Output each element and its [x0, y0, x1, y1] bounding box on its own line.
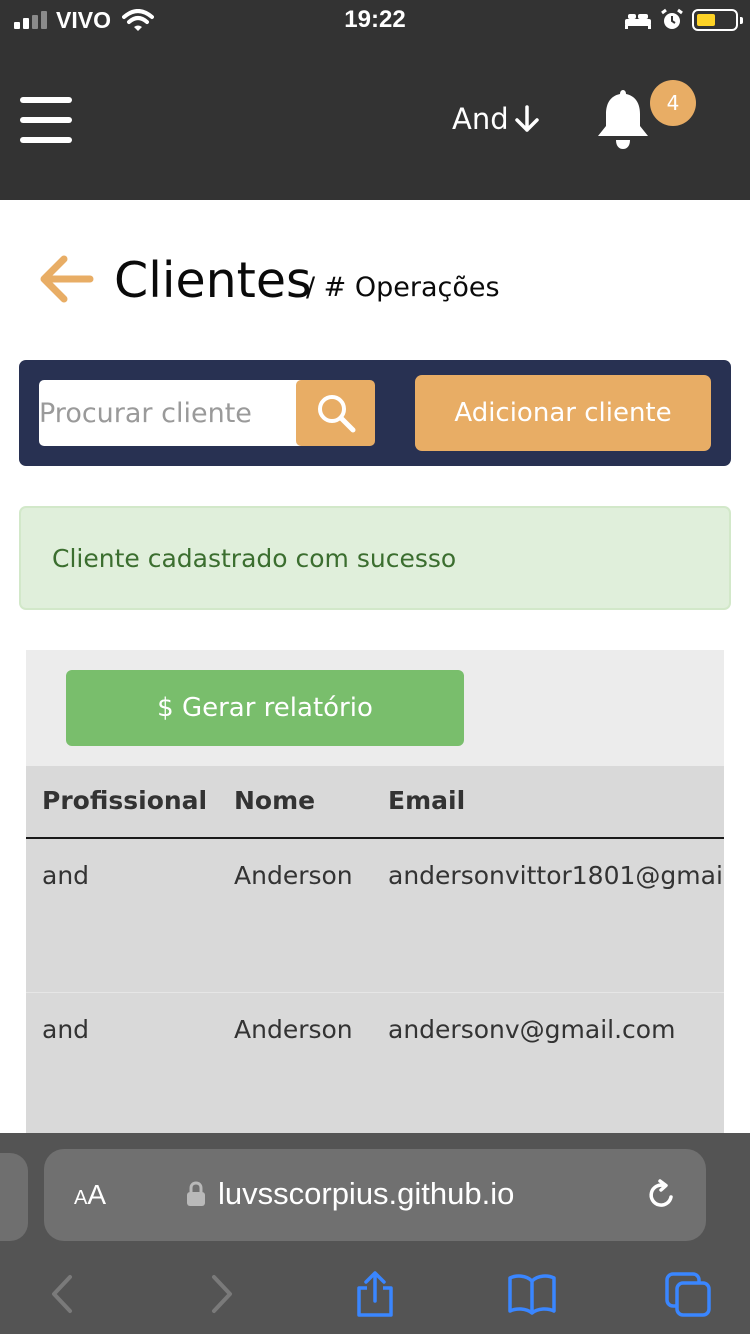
forward-icon[interactable]: [196, 1271, 246, 1317]
table-row[interactable]: and Anderson andersonv@gmail.com: [26, 993, 724, 1146]
browser-toolbar: AA luvsscorpius.github.io: [0, 1133, 750, 1334]
search-icon: [318, 395, 356, 433]
column-header-nome[interactable]: Nome: [234, 786, 315, 815]
table-header: Profissional Nome Email: [26, 766, 724, 839]
column-header-profissional[interactable]: Profissional: [42, 786, 207, 815]
battery-icon: [692, 9, 743, 31]
url-text: luvsscorpius.github.io: [218, 1176, 515, 1211]
notification-badge: 4: [650, 80, 696, 126]
page-breadcrumb: / # Operações: [306, 272, 500, 303]
cell-profissional: and: [42, 861, 90, 890]
success-alert: Cliente cadastrado com sucesso: [19, 506, 731, 610]
tabs-icon[interactable]: [664, 1271, 714, 1317]
bookmarks-icon[interactable]: [507, 1271, 557, 1317]
user-label: And: [452, 102, 509, 136]
generate-report-button[interactable]: $ Gerar relatório: [66, 670, 464, 746]
reader-options-button[interactable]: AA: [74, 1179, 106, 1211]
arrow-left-icon[interactable]: [38, 254, 94, 304]
alert-message: Cliente cadastrado com sucesso: [52, 544, 457, 573]
table-row[interactable]: and Anderson andersonvittor1801@gmail.co…: [26, 839, 724, 993]
share-icon[interactable]: [350, 1271, 400, 1317]
address-bar[interactable]: AA luvsscorpius.github.io: [44, 1149, 706, 1241]
column-header-email[interactable]: Email: [388, 786, 465, 815]
hamburger-icon[interactable]: [20, 97, 72, 143]
bell-icon[interactable]: [594, 88, 652, 152]
cell-email: andersonvittor1801@gmail.com: [388, 861, 724, 890]
app-header: And 4: [0, 40, 750, 200]
cell-nome: Anderson: [234, 1015, 353, 1044]
cell-profissional: and: [42, 1015, 90, 1044]
arrow-down-icon: [514, 105, 539, 132]
search-panel: Adicionar cliente: [19, 360, 731, 466]
search-input[interactable]: [39, 380, 305, 446]
cell-nome: Anderson: [234, 861, 353, 890]
report-bar: $ Gerar relatório: [26, 650, 724, 766]
back-icon[interactable]: [40, 1271, 90, 1317]
add-client-button[interactable]: Adicionar cliente: [415, 375, 711, 451]
reload-icon[interactable]: [646, 1179, 678, 1211]
status-bar: VIVO 19:22: [0, 0, 750, 40]
lock-icon: [187, 1181, 205, 1206]
search-button[interactable]: [296, 380, 375, 446]
clients-table: Profissional Nome Email and Anderson and…: [26, 766, 724, 1146]
cell-email: andersonv@gmail.com: [388, 1015, 676, 1044]
alarm-icon: [661, 8, 683, 29]
previous-tab-stub[interactable]: [0, 1153, 28, 1241]
page-title: Clientes: [114, 252, 312, 309]
user-menu[interactable]: And: [452, 102, 541, 136]
bed-icon: [625, 14, 651, 29]
